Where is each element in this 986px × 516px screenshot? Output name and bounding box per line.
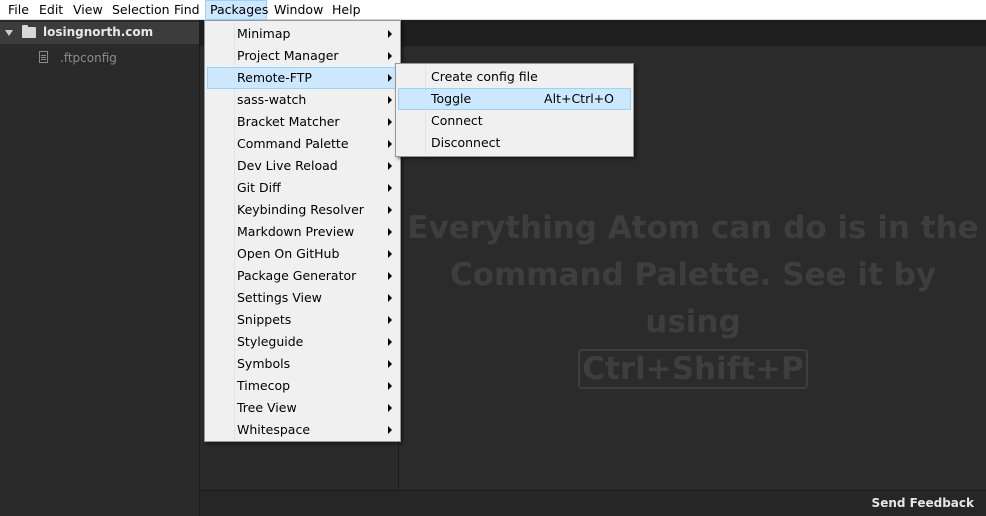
menu-item-open-on-github[interactable]: Open On GitHub xyxy=(207,243,398,265)
menu-item-label: Timecop xyxy=(237,378,291,393)
menu-item-git-diff[interactable]: Git Diff xyxy=(207,177,398,199)
chevron-right-icon xyxy=(388,426,392,434)
menu-item-tree-view[interactable]: Tree View xyxy=(207,397,398,419)
tree-root-folder[interactable]: losingnorth.com xyxy=(0,22,199,44)
menu-item-label: Connect xyxy=(431,113,483,128)
menu-item-label: Symbols xyxy=(237,356,291,371)
menu-item-command-palette[interactable]: Command Palette xyxy=(207,133,398,155)
chevron-down-icon[interactable] xyxy=(5,30,13,36)
status-bar: Send Feedback xyxy=(200,490,986,516)
menu-selection[interactable]: Selection xyxy=(108,0,174,20)
menu-item-styleguide[interactable]: Styleguide xyxy=(207,331,398,353)
menu-item-label: Disconnect xyxy=(431,135,501,150)
chevron-right-icon xyxy=(388,140,392,148)
menu-item-connect[interactable]: Connect xyxy=(398,110,631,132)
welcome-line-1: Everything Atom can do is in the xyxy=(407,210,979,246)
menu-item-label: Command Palette xyxy=(237,136,349,151)
menu-item-label: Project Manager xyxy=(237,48,339,63)
menu-item-disconnect[interactable]: Disconnect xyxy=(398,132,631,154)
menu-item-minimap[interactable]: Minimap xyxy=(207,23,398,45)
chevron-right-icon xyxy=(388,96,392,104)
menu-item-label: Keybinding Resolver xyxy=(237,202,364,217)
menu-item-project-manager[interactable]: Project Manager xyxy=(207,45,398,67)
menu-item-label: Toggle xyxy=(431,91,472,106)
menu-item-bracket-matcher[interactable]: Bracket Matcher xyxy=(207,111,398,133)
menu-item-snippets[interactable]: Snippets xyxy=(207,309,398,331)
chevron-right-icon xyxy=(388,74,392,82)
menu-item-whitespace[interactable]: Whitespace xyxy=(207,419,398,441)
menu-item-label: Markdown Preview xyxy=(237,224,355,239)
menu-item-label: Settings View xyxy=(237,290,322,305)
chevron-right-icon xyxy=(388,184,392,192)
menu-item-timecop[interactable]: Timecop xyxy=(207,375,398,397)
menu-item-shortcut: Alt+Ctrl+O xyxy=(544,91,614,106)
menu-item-package-generator[interactable]: Package Generator xyxy=(207,265,398,287)
menu-item-label: Tree View xyxy=(237,400,297,415)
menu-item-markdown-preview[interactable]: Markdown Preview xyxy=(207,221,398,243)
chevron-right-icon xyxy=(388,206,392,214)
chevron-right-icon xyxy=(388,294,392,302)
tree-root-label: losingnorth.com xyxy=(43,25,154,39)
tree-file-item[interactable]: .ftpconfig xyxy=(60,51,117,65)
menu-help[interactable]: Help xyxy=(328,0,365,20)
menu-window[interactable]: Window xyxy=(270,0,327,20)
file-icon xyxy=(39,51,48,63)
menu-item-label: Styleguide xyxy=(237,334,304,349)
menu-item-settings-view[interactable]: Settings View xyxy=(207,287,398,309)
menu-item-label: Bracket Matcher xyxy=(237,114,340,129)
menu-item-symbols[interactable]: Symbols xyxy=(207,353,398,375)
chevron-right-icon xyxy=(388,382,392,390)
menu-item-label: Minimap xyxy=(237,26,291,41)
menu-item-label: Remote-FTP xyxy=(237,70,312,85)
menu-edit[interactable]: Edit xyxy=(35,0,67,20)
chevron-right-icon xyxy=(388,338,392,346)
menu-item-label: Git Diff xyxy=(237,180,281,195)
menu-item-label: Snippets xyxy=(237,312,292,327)
chevron-right-icon xyxy=(388,404,392,412)
menu-item-keybinding-resolver[interactable]: Keybinding Resolver xyxy=(207,199,398,221)
menu-item-dev-live-reload[interactable]: Dev Live Reload xyxy=(207,155,398,177)
remote-ftp-submenu: Create config file Toggle Alt+Ctrl+O Conn… xyxy=(395,63,634,157)
menu-item-toggle[interactable]: Toggle Alt+Ctrl+O xyxy=(398,88,631,110)
chevron-right-icon xyxy=(388,272,392,280)
packages-menu: Minimap Project Manager Remote-FTP sass-… xyxy=(204,20,401,442)
tree-view: losingnorth.com .ftpconfig xyxy=(0,20,200,516)
menu-item-label: Dev Live Reload xyxy=(237,158,338,173)
menu-item-sass-watch[interactable]: sass-watch xyxy=(207,89,398,111)
chevron-right-icon xyxy=(388,250,392,258)
menu-find[interactable]: Find xyxy=(170,0,204,20)
command-palette-shortcut: Ctrl+Shift+P xyxy=(578,349,808,389)
menu-item-label: Open On GitHub xyxy=(237,246,340,261)
menu-packages[interactable]: Packages xyxy=(205,0,268,20)
menu-bar: File Edit View Selection Find Packages W… xyxy=(0,0,986,20)
chevron-right-icon xyxy=(388,162,392,170)
menu-item-label: sass-watch xyxy=(237,92,307,107)
welcome-message: Everything Atom can do is in the Command… xyxy=(400,205,986,393)
chevron-right-icon xyxy=(388,30,392,38)
chevron-right-icon xyxy=(388,228,392,236)
menu-item-label: Package Generator xyxy=(237,268,357,283)
send-feedback-link[interactable]: Send Feedback xyxy=(872,496,974,510)
chevron-right-icon xyxy=(388,52,392,60)
chevron-right-icon xyxy=(388,360,392,368)
menu-file[interactable]: File xyxy=(4,0,33,20)
menu-view[interactable]: View xyxy=(69,0,107,20)
chevron-right-icon xyxy=(388,316,392,324)
menu-item-label: Create config file xyxy=(431,69,538,84)
welcome-line-2: Command Palette. See it by using xyxy=(449,257,937,340)
chevron-right-icon xyxy=(388,118,392,126)
menu-item-create-config-file[interactable]: Create config file xyxy=(398,66,631,88)
menu-item-remote-ftp[interactable]: Remote-FTP xyxy=(207,67,398,89)
menu-item-label: Whitespace xyxy=(237,422,311,437)
folder-icon xyxy=(22,25,36,38)
